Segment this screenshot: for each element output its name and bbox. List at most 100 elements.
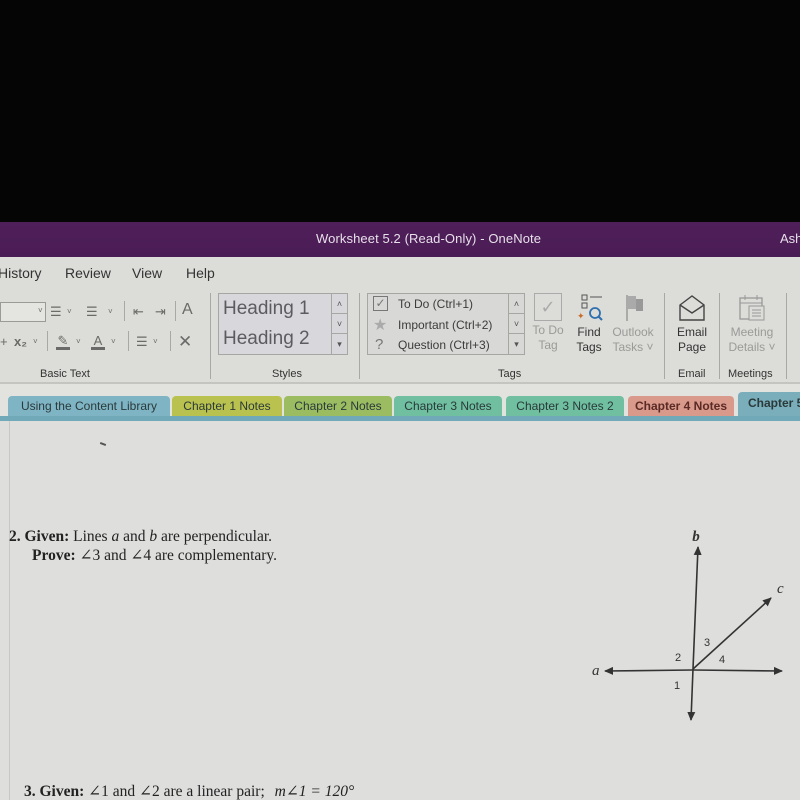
line-b: b bbox=[149, 528, 158, 545]
window-title: Worksheet 5.2 (Read-Only) - OneNote bbox=[316, 231, 542, 246]
bullets-icon[interactable]: ☰ bbox=[50, 305, 62, 318]
todo-tag-button[interactable]: ✓ To Do Tag bbox=[528, 293, 568, 353]
tab-view[interactable]: View bbox=[132, 265, 162, 281]
find-tags-button[interactable]: ✦ Find Tags bbox=[570, 293, 608, 355]
section-tab-label: Chapter 5 bbox=[748, 396, 800, 410]
section-tab-label: Chapter 4 Notes bbox=[634, 399, 728, 413]
angle-label-3: 3 bbox=[704, 637, 710, 649]
scroll-down-icon[interactable]: ˅ bbox=[509, 314, 524, 334]
envelope-icon bbox=[679, 295, 705, 321]
tags-scroll: ˄ ˅ ▾ bbox=[508, 294, 524, 354]
outlook-tasks-button[interactable]: Outlook Tasks ˅ bbox=[610, 293, 656, 355]
superscript-icon[interactable]: + bbox=[0, 335, 8, 348]
tag-important[interactable]: Important (Ctrl+2) bbox=[398, 318, 492, 332]
group-divider bbox=[786, 293, 787, 379]
star-icon: ★ bbox=[373, 317, 388, 334]
chevron-down-icon[interactable]: ˅ bbox=[38, 307, 43, 315]
section-tab[interactable]: Chapter 5 bbox=[738, 392, 800, 417]
given-text: ∠1 and ∠2 are a linear pair; bbox=[88, 783, 265, 800]
tab-help[interactable]: Help bbox=[186, 265, 215, 281]
tab-history[interactable]: History bbox=[0, 265, 42, 281]
question-3-given: 3. Given: ∠1 and ∠2 are a linear pair; m… bbox=[24, 782, 354, 800]
delete-icon[interactable]: ✕ bbox=[178, 333, 192, 350]
section-tab-label: Chapter 1 Notes bbox=[183, 399, 271, 413]
divider bbox=[175, 301, 176, 321]
email-page-label: Email bbox=[676, 325, 707, 339]
group-label-styles: Styles bbox=[272, 368, 302, 380]
subscript-icon[interactable]: x₂ bbox=[14, 335, 27, 348]
expand-gallery-icon[interactable]: ▾ bbox=[509, 334, 524, 354]
style-heading-2[interactable]: Heading 2 bbox=[223, 328, 310, 350]
styles-scroll: ˄ ˅ ▾ bbox=[331, 294, 347, 354]
section-tab[interactable]: Chapter 2 Notes bbox=[284, 396, 392, 417]
divider bbox=[47, 331, 48, 351]
chevron-down-icon[interactable]: ˅ bbox=[111, 338, 116, 346]
section-tab-label: Chapter 3 Notes 2 bbox=[516, 399, 614, 413]
given-label: Given: bbox=[24, 528, 70, 545]
section-tab-label: Using the Content Library bbox=[20, 399, 158, 413]
divider bbox=[124, 301, 125, 321]
chevron-down-icon[interactable]: ˅ bbox=[76, 338, 81, 346]
angle-diagram: b a c 1 2 3 4 bbox=[592, 529, 784, 721]
group-label-meetings: Meetings bbox=[728, 368, 773, 380]
font-color-icon[interactable]: A bbox=[91, 334, 105, 350]
tab-review[interactable]: Review bbox=[65, 265, 111, 281]
highlight-icon[interactable]: ✎ bbox=[56, 334, 70, 350]
given-label: Given: bbox=[39, 783, 85, 800]
section-tab[interactable]: Using the Content Library bbox=[8, 396, 170, 417]
email-page-label-2: Page bbox=[677, 340, 707, 354]
ribbon: History Review View Help ˅ ☰ ˅ ☰ ˅ ⇤ ⇥ A… bbox=[0, 257, 800, 384]
calendar-icon bbox=[739, 295, 765, 321]
group-label-email: Email bbox=[678, 368, 706, 380]
decrease-indent-icon[interactable]: ⇤ bbox=[133, 305, 144, 318]
ray-c bbox=[692, 597, 772, 670]
group-divider bbox=[359, 293, 360, 379]
line-b-up bbox=[692, 546, 702, 670]
todo-tag-label: To Do bbox=[532, 323, 564, 337]
line-b-down bbox=[687, 668, 696, 721]
divider bbox=[170, 331, 171, 351]
divider bbox=[128, 331, 129, 351]
styles-gallery: Heading 1 Heading 2 ˄ ˅ ▾ bbox=[218, 293, 348, 355]
meeting-details-label: Meeting bbox=[730, 325, 774, 339]
clear-formatting-icon[interactable]: A bbox=[182, 302, 193, 318]
email-page-button[interactable]: Email Page bbox=[672, 293, 712, 355]
chevron-down-icon[interactable]: ˅ bbox=[153, 338, 158, 346]
background-dark bbox=[0, 0, 800, 222]
label-a: a bbox=[592, 663, 600, 679]
find-tags-label-2: Tags bbox=[576, 340, 602, 354]
style-heading-1[interactable]: Heading 1 bbox=[223, 298, 310, 320]
group-label-basic-text: Basic Text bbox=[40, 368, 90, 380]
angle-label-4: 4 bbox=[719, 654, 725, 666]
align-icon[interactable]: ☰ bbox=[136, 335, 148, 348]
prove-label: Prove: bbox=[32, 547, 76, 564]
increase-indent-icon[interactable]: ⇥ bbox=[155, 305, 166, 318]
tag-question[interactable]: Question (Ctrl+3) bbox=[398, 338, 490, 352]
numbering-icon[interactable]: ☰ bbox=[86, 305, 98, 318]
scroll-down-icon[interactable]: ˅ bbox=[332, 314, 347, 334]
chevron-down-icon[interactable]: ˅ bbox=[33, 338, 38, 346]
label-b: b bbox=[692, 529, 700, 545]
chevron-down-icon[interactable]: ˅ bbox=[67, 308, 72, 316]
line-a-right bbox=[692, 666, 783, 675]
scroll-up-icon[interactable]: ˄ bbox=[509, 294, 524, 314]
section-tab[interactable]: Chapter 3 Notes bbox=[394, 396, 502, 417]
meeting-details-label-2: Details ˅ bbox=[728, 340, 776, 354]
meeting-details-button[interactable]: Meeting Details ˅ bbox=[726, 293, 778, 355]
section-tab[interactable]: Chapter 3 Notes 2 bbox=[506, 396, 624, 417]
given-text: and bbox=[119, 528, 150, 545]
chevron-down-icon[interactable]: ˅ bbox=[108, 308, 113, 316]
question-number: 2. bbox=[9, 528, 21, 545]
section-tab-active[interactable]: Chapter 4 Notes bbox=[628, 396, 734, 417]
scroll-up-icon[interactable]: ˄ bbox=[332, 294, 347, 314]
checkbox-icon: ✓ bbox=[373, 296, 388, 311]
svg-text:✦: ✦ bbox=[577, 311, 585, 321]
tag-to-do[interactable]: To Do (Ctrl+1) bbox=[398, 297, 473, 311]
title-bar: Worksheet 5.2 (Read-Only) - OneNote Ash bbox=[0, 222, 800, 257]
section-tab[interactable]: Chapter 1 Notes bbox=[172, 396, 282, 417]
user-name[interactable]: Ash bbox=[780, 231, 800, 246]
section-tabs: Using the Content Library Chapter 1 Note… bbox=[0, 384, 800, 421]
line-a-left bbox=[604, 666, 694, 675]
expand-gallery-icon[interactable]: ▾ bbox=[332, 334, 347, 354]
group-divider bbox=[719, 293, 720, 379]
